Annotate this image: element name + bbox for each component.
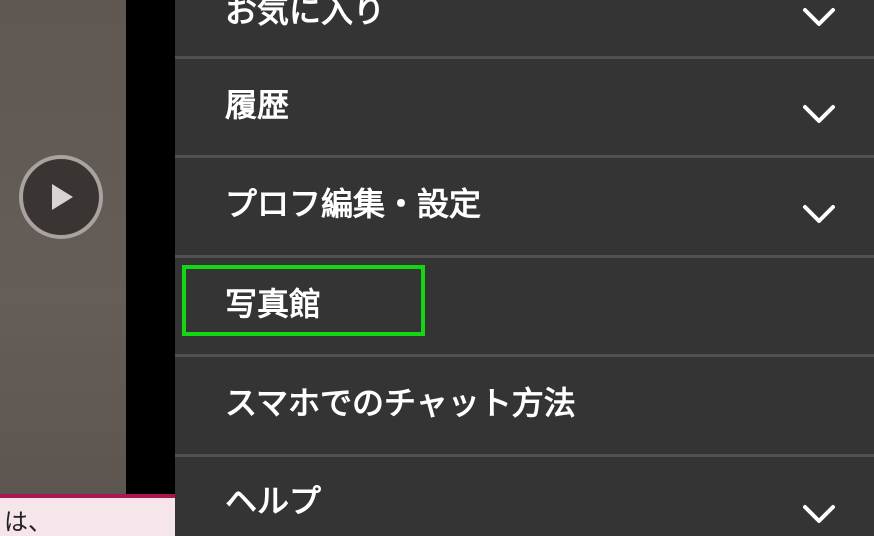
chevron-down-icon bbox=[803, 105, 835, 123]
menu-item-label: お気に入り bbox=[225, 0, 386, 30]
menu-item-label: プロフ編集・設定 bbox=[225, 185, 482, 223]
play-button[interactable] bbox=[19, 155, 103, 239]
side-menu: お気に入り 履歴 プロフ編集・設定 写真館 スマホでのチャット方法 ヘルプ bbox=[175, 0, 874, 536]
menu-item-favorites[interactable]: お気に入り bbox=[175, 0, 874, 55]
chevron-down-icon bbox=[803, 205, 835, 223]
menu-item-label: スマホでのチャット方法 bbox=[225, 384, 576, 422]
menu-item-profile-settings[interactable]: プロフ編集・設定 bbox=[175, 158, 874, 256]
app-stage: は、 お気に入り 履歴 プロフ編集・設定 写真館 スマホでのチャット方法 ヘルプ bbox=[0, 0, 874, 536]
page-snippet: は、 bbox=[0, 494, 175, 536]
chevron-down-icon bbox=[803, 505, 835, 523]
menu-item-help[interactable]: ヘルプ bbox=[175, 457, 874, 536]
play-icon bbox=[52, 184, 73, 210]
menu-item-smartphone-chat[interactable]: スマホでのチャット方法 bbox=[175, 357, 874, 455]
menu-item-history[interactable]: 履歴 bbox=[175, 59, 874, 157]
video-player[interactable] bbox=[0, 0, 126, 494]
menu-item-label: ヘルプ bbox=[225, 482, 322, 520]
video-letterbox bbox=[126, 0, 175, 494]
menu-item-label: 履歴 bbox=[225, 86, 290, 124]
chevron-down-icon bbox=[803, 8, 835, 26]
page-snippet-text: は、 bbox=[4, 508, 52, 536]
highlight-box bbox=[182, 265, 425, 336]
